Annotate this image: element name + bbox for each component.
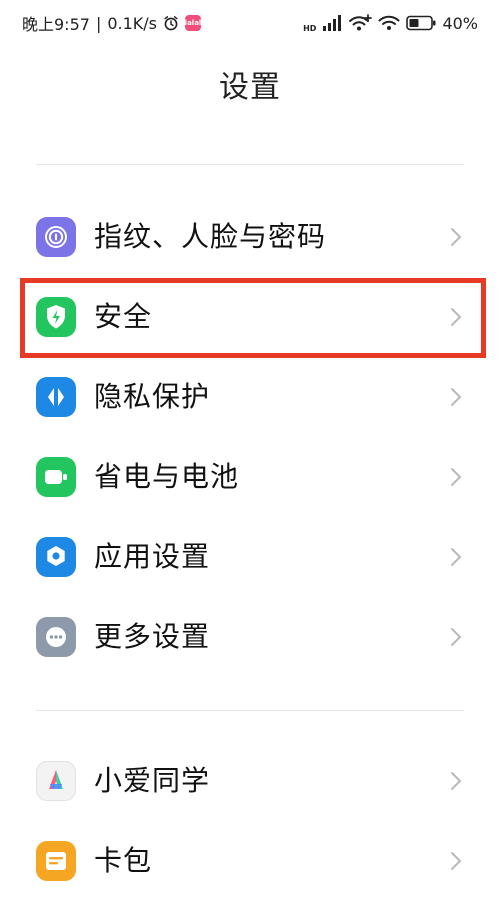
page-title: 设置	[219, 70, 281, 105]
network-speed: 0.1K/s	[107, 13, 157, 33]
fingerprint-icon	[36, 217, 76, 257]
chevron-right-icon	[451, 308, 461, 326]
settings-item-battery[interactable]: 省电与电池	[0, 437, 500, 517]
alarm-icon	[164, 16, 178, 31]
chevron-right-icon	[451, 388, 461, 406]
settings-item-label: 小爱同学	[94, 764, 211, 797]
chevron-right-icon	[451, 772, 461, 790]
shield-icon	[36, 297, 76, 337]
settings-item-label: 安全	[94, 300, 153, 333]
hd-badge: HD	[303, 23, 317, 33]
wifi-plus-icon	[349, 14, 373, 31]
xiaoai-icon	[36, 761, 76, 801]
wallet-icon	[36, 841, 76, 881]
battery-status-icon	[406, 15, 436, 31]
gear-icon	[36, 537, 76, 577]
status-left: 晚上9:57 | 0.1K/s lalal	[22, 11, 201, 35]
battery-percent: 40%	[442, 13, 478, 33]
settings-item-label: 更多设置	[94, 620, 211, 653]
privacy-icon	[36, 377, 76, 417]
settings-item-privacy[interactable]: 隐私保护	[0, 357, 500, 437]
notification-app-icon: lalal	[185, 15, 201, 31]
settings-item-fingerprint[interactable]: 指纹、人脸与密码	[0, 197, 500, 277]
divider	[36, 710, 464, 711]
wifi-icon	[378, 15, 400, 30]
settings-item-wallet[interactable]: 卡包	[0, 821, 500, 901]
chevron-right-icon	[451, 228, 461, 246]
chevron-right-icon	[451, 468, 461, 486]
chevron-right-icon	[451, 852, 461, 870]
settings-item-security[interactable]: 安全	[0, 277, 500, 357]
settings-item-label: 卡包	[94, 844, 153, 877]
chevron-right-icon	[451, 548, 461, 566]
settings-item-app-settings[interactable]: 应用设置	[0, 517, 500, 597]
settings-item-label: 应用设置	[94, 540, 211, 573]
settings-item-label: 隐私保护	[94, 380, 211, 413]
divider	[36, 164, 464, 165]
status-separator: |	[95, 13, 102, 33]
status-time: 晚上9:57	[22, 15, 90, 34]
chevron-right-icon	[451, 628, 461, 646]
battery-icon	[36, 457, 76, 497]
settings-item-label: 指纹、人脸与密码	[94, 220, 327, 253]
settings-item-more-settings[interactable]: 更多设置	[0, 597, 500, 677]
settings-item-xiaoai[interactable]: 小爱同学	[0, 741, 500, 821]
cellular-signal-icon	[323, 15, 342, 31]
more-icon	[36, 617, 76, 657]
status-right: HD 40%	[303, 14, 478, 33]
status-bar: 晚上9:57 | 0.1K/s lalal HD 40%	[0, 0, 500, 46]
settings-item-label: 省电与电池	[94, 460, 240, 493]
